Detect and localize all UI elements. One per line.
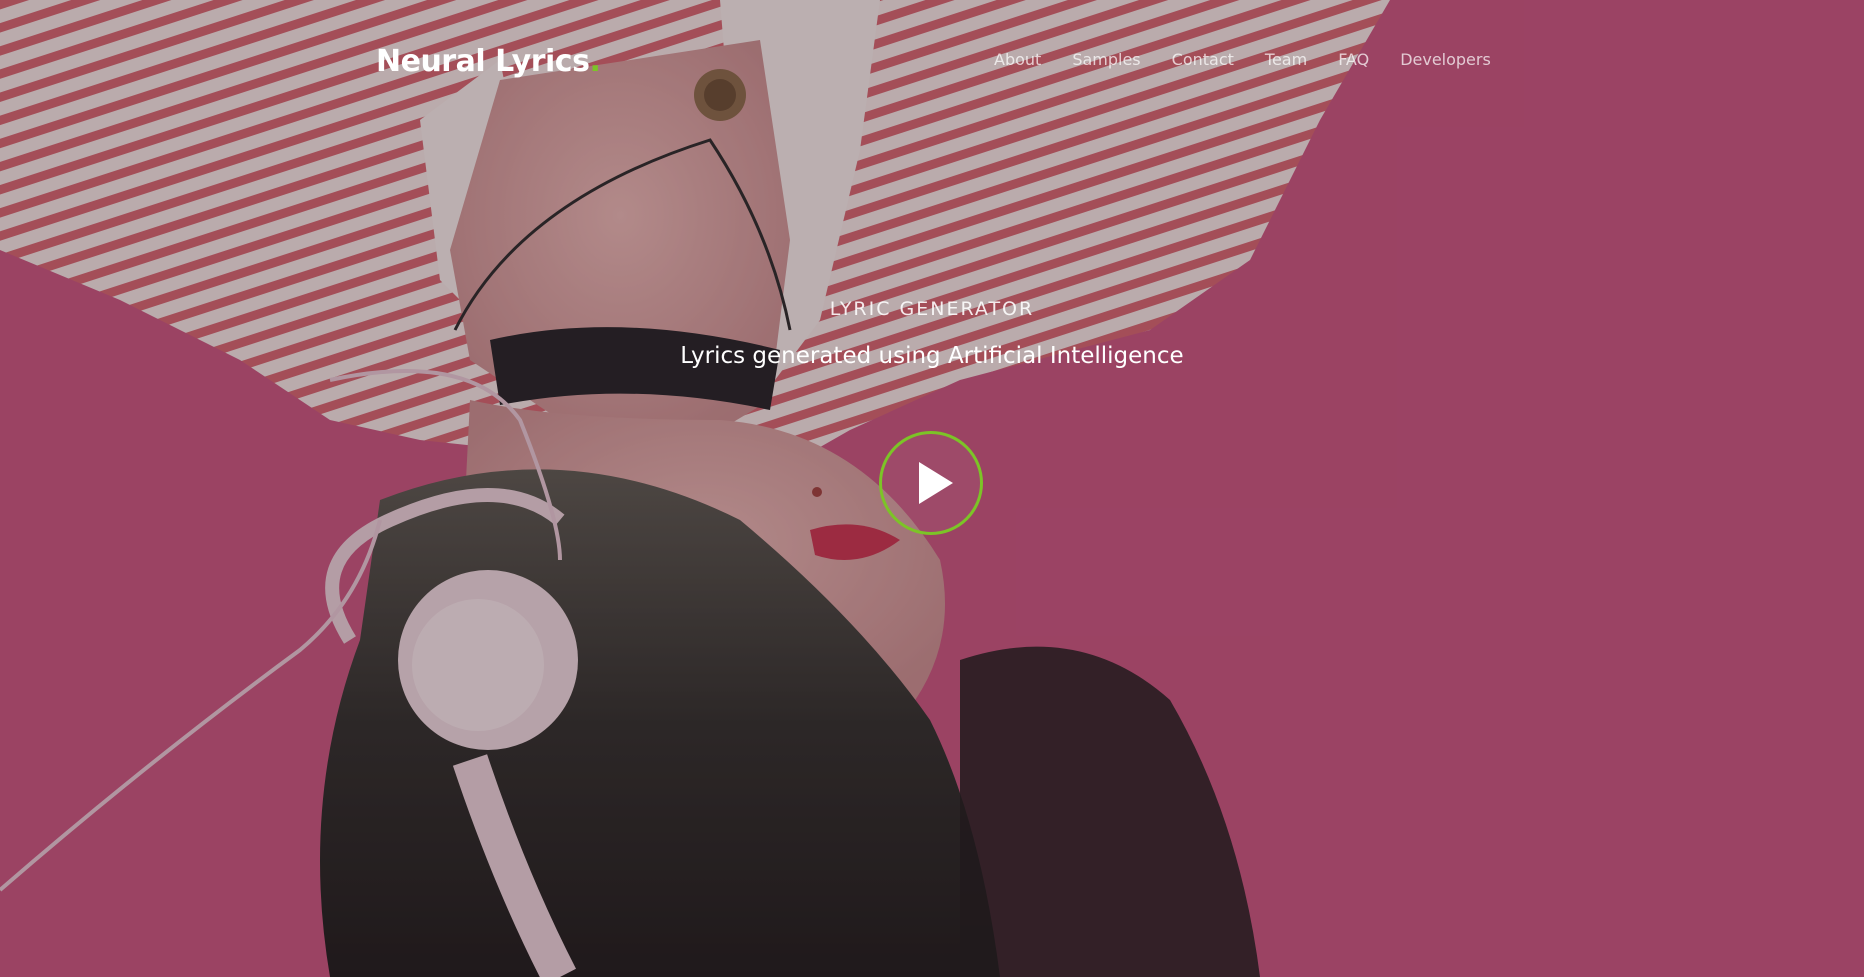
hero-section: Neural Lyrics. About Samples Contact Tea… xyxy=(0,0,1864,977)
play-button[interactable] xyxy=(879,431,983,535)
nav-samples[interactable]: Samples xyxy=(1072,50,1140,69)
play-icon xyxy=(919,462,953,504)
hero-tagline: Lyrics generated using Artificial Intell… xyxy=(680,343,1184,369)
nav-faq[interactable]: FAQ xyxy=(1338,50,1369,69)
hero-eyebrow: LYRIC GENERATOR xyxy=(829,298,1035,320)
nav-developers[interactable]: Developers xyxy=(1400,50,1491,69)
navbar: Neural Lyrics. About Samples Contact Tea… xyxy=(0,0,1864,120)
brand-logo[interactable]: Neural Lyrics. xyxy=(376,44,601,79)
main-nav: About Samples Contact Team FAQ Developer… xyxy=(994,50,1522,69)
nav-about[interactable]: About xyxy=(994,50,1041,69)
nav-team[interactable]: Team xyxy=(1265,50,1307,69)
brand-name: Neural Lyrics xyxy=(376,44,590,79)
nav-contact[interactable]: Contact xyxy=(1172,50,1234,69)
brand-dot: . xyxy=(589,44,601,79)
